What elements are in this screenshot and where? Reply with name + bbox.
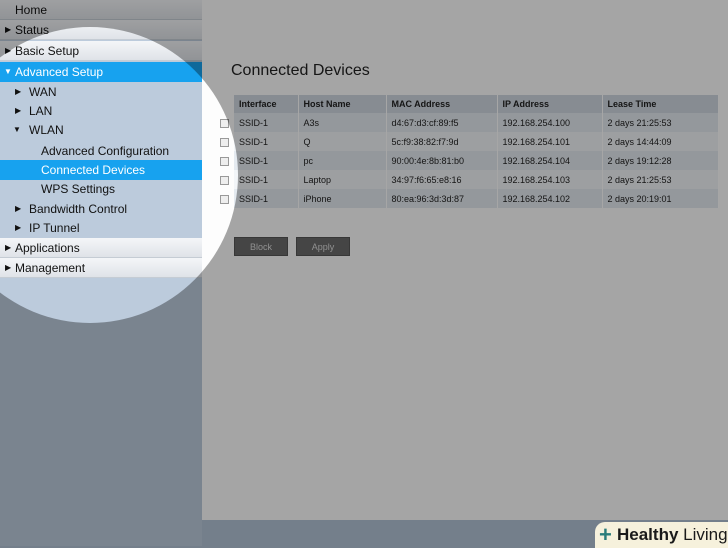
table-cell: 34:97:f6:65:e8:16 (386, 170, 498, 189)
table-cell: 2 days 21:25:53 (602, 170, 719, 189)
label: Advanced Setup (15, 65, 104, 79)
table-cell: Q (298, 132, 387, 151)
caret-right-icon: ▶ (5, 243, 12, 252)
table-cell: d4:67:d3:cf:89:f5 (386, 113, 498, 132)
page-title: Connected Devices (231, 62, 370, 79)
sidebar-item-lan[interactable]: ▶ LAN (0, 101, 202, 121)
main-content: Connected Devices Interface Host Name MA… (202, 0, 728, 520)
caret-right-icon: ▶ (5, 46, 12, 55)
sidebar-item-wlan[interactable]: ▼ WLAN (0, 120, 202, 140)
caret-right-icon: ▶ (5, 25, 12, 34)
caret-right-icon: ▶ (15, 87, 22, 96)
table-cell: 192.168.254.102 (497, 189, 603, 208)
sidebar-item-wps-settings[interactable]: WPS Settings (0, 179, 202, 199)
caret-right-icon: ▶ (15, 106, 22, 115)
table-cell: Laptop (298, 170, 387, 189)
row-checkbox[interactable] (220, 138, 229, 147)
caret-down-icon: ▼ (13, 125, 21, 134)
table-cell: iPhone (298, 189, 387, 208)
label: Advanced Configuration (41, 144, 170, 158)
table-cell: 192.168.254.104 (497, 151, 603, 170)
label: Bandwidth Control (29, 202, 128, 216)
sidebar-item-connected-devices[interactable]: Connected Devices (0, 160, 202, 180)
label: Basic Setup (15, 44, 80, 58)
table-cell: 2 days 19:12:28 (602, 151, 719, 170)
caret-right-icon: ▶ (5, 263, 12, 272)
label: WLAN (29, 123, 64, 137)
table-row: SSID-1 pc 90:00:4e:8b:81:b0 192.168.254.104… (234, 151, 719, 170)
caret-right-icon: ▶ (15, 223, 22, 232)
column-header: Interface (234, 95, 299, 113)
table-cell: 192.168.254.103 (497, 170, 603, 189)
label: Applications (15, 241, 80, 255)
table-row: SSID-1 Laptop 34:97:f6:65:e8:16 192.168.254… (234, 170, 719, 189)
table-cell: 5c:f9:38:82:f7:9d (386, 132, 498, 151)
sidebar-item-advanced-configuration[interactable]: Advanced Configuration (0, 141, 202, 161)
table-cell: SSID-1 (234, 170, 299, 189)
caret-down-icon: ▼ (4, 67, 12, 76)
sidebar-item-status[interactable]: ▶ Status (0, 20, 202, 40)
table-cell: SSID-1 (234, 132, 299, 151)
label: WPS Settings (41, 182, 116, 196)
sidebar-item-management[interactable]: ▶ Management (0, 258, 202, 278)
caret-right-icon: ▶ (15, 204, 22, 213)
sidebar: Home ▶ Status ▶ Basic Setup ▼ Advanced Setu… (0, 0, 202, 546)
label: Home (15, 3, 48, 17)
table-cell: 90:00:4e:8b:81:b0 (386, 151, 498, 170)
sidebar-item-wan[interactable]: ▶ WAN (0, 82, 202, 102)
label: LAN (29, 104, 53, 118)
watermark-rest: Living (678, 525, 728, 544)
label: WAN (29, 85, 57, 99)
sidebar-item-applications[interactable]: ▶ Applications (0, 238, 202, 258)
table-cell: 80:ea:96:3d:3d:87 (386, 189, 498, 208)
sidebar-item-bandwidth-control[interactable]: ▶ Bandwidth Control (0, 199, 202, 219)
column-header: IP Address (497, 95, 603, 113)
sidebar-item-basic-setup[interactable]: ▶ Basic Setup (0, 41, 202, 61)
label: Connected Devices (41, 163, 146, 177)
label: Status (15, 23, 50, 37)
column-header: Host Name (298, 95, 387, 113)
table-cell: 192.168.254.101 (497, 132, 603, 151)
table-cell: 192.168.254.100 (497, 113, 603, 132)
block-button[interactable]: Block (234, 237, 288, 256)
column-header: Lease Time (602, 95, 719, 113)
table-row: SSID-1 iPhone 80:ea:96:3d:3d:87 192.168.254… (234, 189, 719, 208)
table-row: SSID-1 A3s d4:67:d3:cf:89:f5 192.168.254.10… (234, 113, 719, 132)
watermark-bold: Healthy (617, 525, 679, 544)
row-checkbox[interactable] (220, 195, 229, 204)
table-cell: SSID-1 (234, 113, 299, 132)
sidebar-item-ip-tunnel[interactable]: ▶ IP Tunnel (0, 218, 202, 238)
table-cell: SSID-1 (234, 189, 299, 208)
label: Management (15, 261, 86, 275)
row-checkbox[interactable] (220, 119, 229, 128)
column-header: MAC Address (386, 95, 498, 113)
connected-devices-table: Interface Host Name MAC Address IP Addre… (234, 95, 719, 208)
table-cell: 2 days 21:25:53 (602, 113, 719, 132)
label: IP Tunnel (29, 221, 80, 235)
row-checkbox[interactable] (220, 176, 229, 185)
table-cell: 2 days 14:44:09 (602, 132, 719, 151)
table-cell: SSID-1 (234, 151, 299, 170)
table-cell: A3s (298, 113, 387, 132)
row-checkbox[interactable] (220, 157, 229, 166)
apply-button[interactable]: Apply (296, 237, 350, 256)
watermark-logo: + Healthy Living (595, 522, 728, 548)
table-row: SSID-1 Q 5c:f9:38:82:f7:9d 192.168.254.101 2… (234, 132, 719, 151)
sidebar-item-advanced-setup[interactable]: ▼ Advanced Setup (0, 62, 202, 82)
table-cell: pc (298, 151, 387, 170)
sidebar-item-home[interactable]: Home (0, 0, 202, 20)
plus-leaf-icon: + (599, 522, 612, 547)
table-cell: 2 days 20:19:01 (602, 189, 719, 208)
